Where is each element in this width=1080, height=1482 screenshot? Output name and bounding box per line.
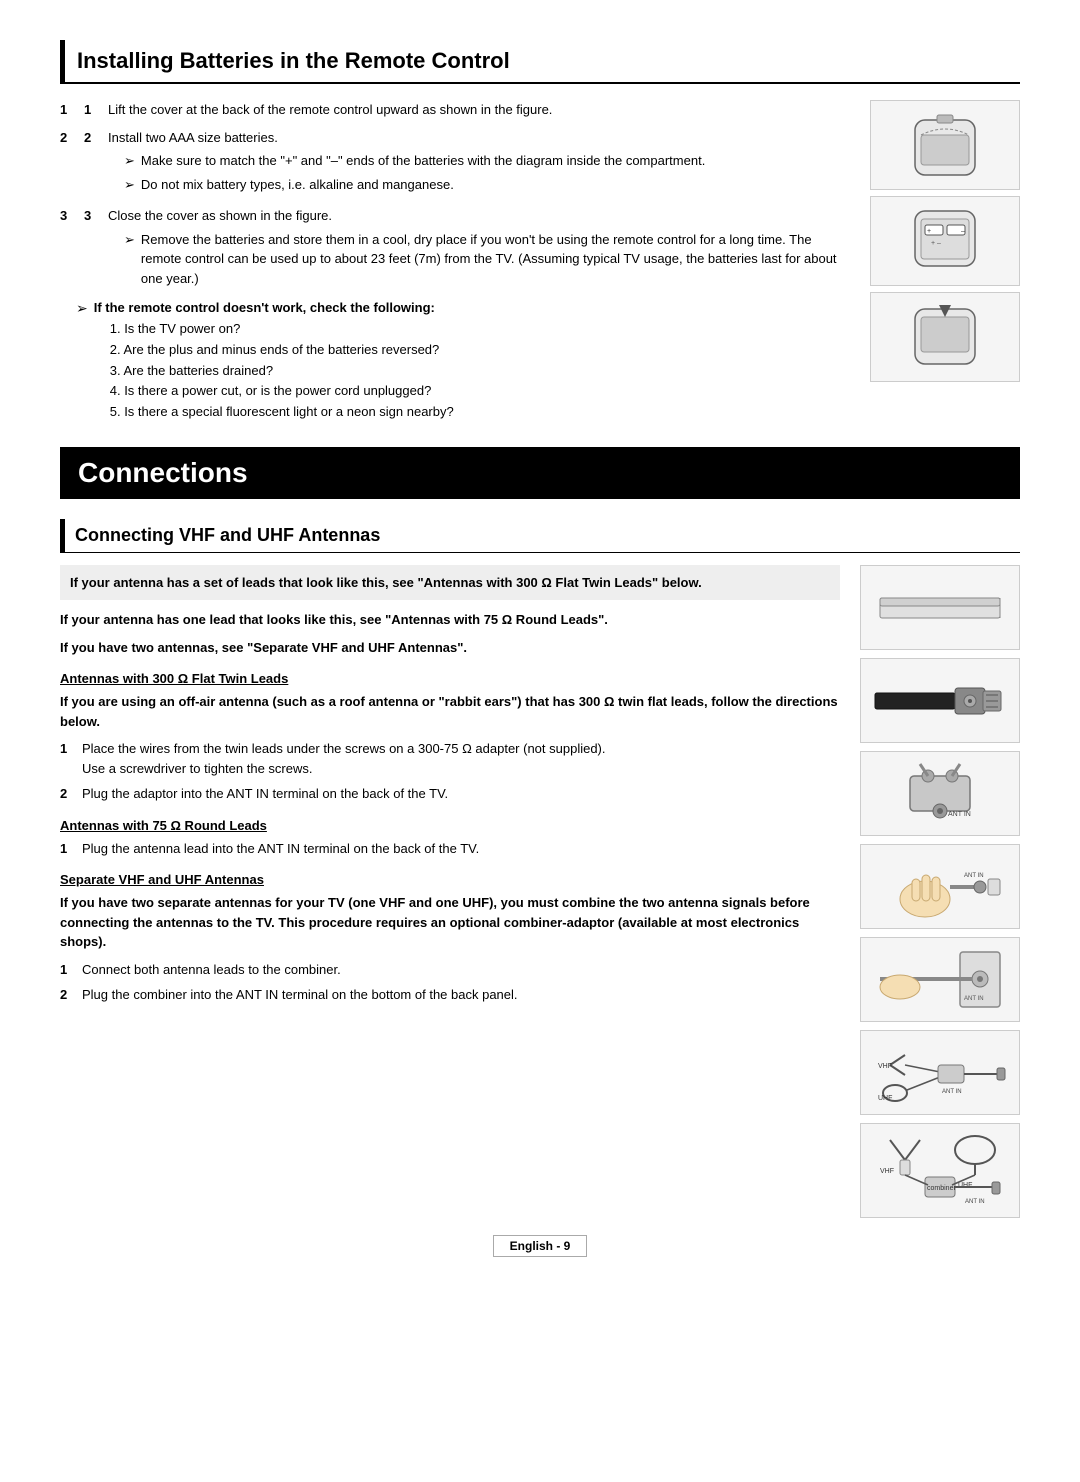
svg-text:ANT IN: ANT IN <box>964 996 984 1002</box>
svg-text:+: + <box>927 228 931 235</box>
svg-text:ANT IN: ANT IN <box>942 1089 962 1095</box>
vhf-uhf-section: Connecting VHF and UHF Antennas If your … <box>60 519 1020 1218</box>
batteries-step-2-text: Install two AAA size batteries. <box>108 130 278 145</box>
vhf-uhf-content-area: If your antenna has a set of leads that … <box>60 565 1020 1218</box>
svg-text:ANT IN: ANT IN <box>964 873 984 879</box>
separate-steps: 1 Connect both antenna leads to the comb… <box>60 960 840 1005</box>
batteries-step-3: 3 Close the cover as shown in the figure… <box>60 206 850 292</box>
remote-image-1 <box>870 100 1020 190</box>
batteries-step-2: 2 Install two AAA size batteries. Make s… <box>60 128 850 199</box>
remote-svg-2: + – + – <box>885 201 1005 281</box>
batteries-step-3-sublist: Remove the batteries and store them in a… <box>124 230 850 289</box>
antennas-300-heading: Antennas with 300 Ω Flat Twin Leads <box>60 671 840 686</box>
batteries-sub-3: Remove the batteries and store them in a… <box>124 230 850 289</box>
remote-svg-1 <box>885 105 1005 185</box>
antenna-image-6: VHF UHF ANT IN <box>860 1030 1020 1115</box>
antenna-note-2-text: If your antenna has one lead that looks … <box>60 610 840 630</box>
troubleshoot-list: 1. Is the TV power on? 2. Are the plus a… <box>110 319 454 423</box>
batteries-section: Installing Batteries in the Remote Contr… <box>60 40 1020 423</box>
batteries-step-1: 1 Lift the cover at the back of the remo… <box>60 100 850 120</box>
remote-svg-3 <box>885 297 1005 377</box>
batteries-header: Installing Batteries in the Remote Contr… <box>60 40 1020 84</box>
remote-image-2: + – + – <box>870 196 1020 286</box>
separate-antennas-block: Separate VHF and UHF Antennas If you hav… <box>60 872 840 1005</box>
troubleshoot-content: If the remote control doesn't work, chec… <box>94 300 454 423</box>
antenna-image-2 <box>860 658 1020 743</box>
page-number: English - 9 <box>493 1235 588 1257</box>
troubleshoot-arrow: ➢ <box>76 300 88 423</box>
separate-step-1: 1 Connect both antenna leads to the comb… <box>60 960 840 980</box>
antenna-notes-2-3: If your antenna has one lead that looks … <box>60 610 840 657</box>
vhf-uhf-title: Connecting VHF and UHF Antennas <box>75 525 1010 546</box>
antenna-image-4: ANT IN <box>860 844 1020 929</box>
batteries-main-content: 1 Lift the cover at the back of the remo… <box>60 100 850 423</box>
remote-image-3 <box>870 292 1020 382</box>
separate-bold: If you have two separate antennas for yo… <box>60 893 840 952</box>
page-footer: English - 9 <box>60 1238 1020 1253</box>
svg-text:–: – <box>961 228 965 235</box>
connections-big-title: Connections <box>78 457 1002 489</box>
vhf-uhf-main: If your antenna has a set of leads that … <box>60 565 840 1218</box>
troubleshoot-item-5: 5. Is there a special fluorescent light … <box>110 402 454 423</box>
batteries-content-area: 1 Lift the cover at the back of the remo… <box>60 100 1020 423</box>
antennas-300-step-1: 1 Place the wires from the twin leads un… <box>60 739 840 778</box>
antennas-75-block: Antennas with 75 Ω Round Leads 1 Plug th… <box>60 818 840 859</box>
batteries-steps-list: 1 Lift the cover at the back of the remo… <box>60 100 850 292</box>
batteries-images: + – + – <box>870 100 1020 423</box>
troubleshoot-item-2: 2. Are the plus and minus ends of the ba… <box>110 340 454 361</box>
antenna-image-5: ANT IN <box>860 937 1020 1022</box>
svg-text:ANT IN: ANT IN <box>948 811 971 818</box>
antennas-300-bold: If you are using an off-air antenna (suc… <box>60 692 840 731</box>
antenna-note-3-text: If you have two antennas, see "Separate … <box>60 638 840 658</box>
batteries-step-3-content: Close the cover as shown in the figure. … <box>108 206 850 292</box>
antenna-note-1: If your antenna has a set of leads that … <box>60 565 840 601</box>
connections-big-section: Connections <box>60 447 1020 499</box>
svg-text:+ –: + – <box>931 240 941 247</box>
batteries-sub-2: Do not mix battery types, i.e. alkaline … <box>124 175 705 195</box>
separate-heading: Separate VHF and UHF Antennas <box>60 872 840 887</box>
antennas-300-step-2: 2 Plug the adaptor into the ANT IN termi… <box>60 784 840 804</box>
antenna-image-7: VHF UHF combiner ANT IN <box>860 1123 1020 1218</box>
vhf-uhf-header: Connecting VHF and UHF Antennas <box>60 519 1020 553</box>
antennas-300-steps: 1 Place the wires from the twin leads un… <box>60 739 840 804</box>
separate-step-2: 2 Plug the combiner into the ANT IN term… <box>60 985 840 1005</box>
antennas-75-steps: 1 Plug the antenna lead into the ANT IN … <box>60 839 840 859</box>
antennas-300-block: Antennas with 300 Ω Flat Twin Leads If y… <box>60 671 840 804</box>
batteries-sub-1: Make sure to match the "+" and "–" ends … <box>124 151 705 171</box>
batteries-step-1-text: Lift the cover at the back of the remote… <box>108 100 552 120</box>
troubleshoot-block: ➢ If the remote control doesn't work, ch… <box>76 300 850 423</box>
antenna-image-3: ANT IN <box>860 751 1020 836</box>
antenna-images: ANT IN ANT IN <box>860 565 1020 1218</box>
troubleshoot-item-4: 4. Is there a power cut, or is the power… <box>110 381 454 402</box>
svg-text:combiner: combiner <box>927 1185 956 1192</box>
svg-text:VHF: VHF <box>878 1063 892 1070</box>
antennas-75-step-1: 1 Plug the antenna lead into the ANT IN … <box>60 839 840 859</box>
batteries-step-2-sublist: Make sure to match the "+" and "–" ends … <box>124 151 705 194</box>
svg-text:VHF: VHF <box>880 1168 894 1175</box>
antennas-75-heading: Antennas with 75 Ω Round Leads <box>60 818 840 833</box>
batteries-title: Installing Batteries in the Remote Contr… <box>77 48 1008 74</box>
antenna-image-1 <box>860 565 1020 650</box>
footer-area: English - 9 <box>60 1238 1020 1298</box>
batteries-step-3-text: Close the cover as shown in the figure. <box>108 208 332 223</box>
svg-text:ANT IN: ANT IN <box>965 1199 985 1205</box>
troubleshoot-item-1: 1. Is the TV power on? <box>110 319 454 340</box>
troubleshoot-item-3: 3. Are the batteries drained? <box>110 361 454 382</box>
svg-text:UHF: UHF <box>878 1095 892 1102</box>
batteries-step-2-content: Install two AAA size batteries. Make sur… <box>108 128 705 199</box>
troubleshoot-heading: If the remote control doesn't work, chec… <box>94 300 435 315</box>
